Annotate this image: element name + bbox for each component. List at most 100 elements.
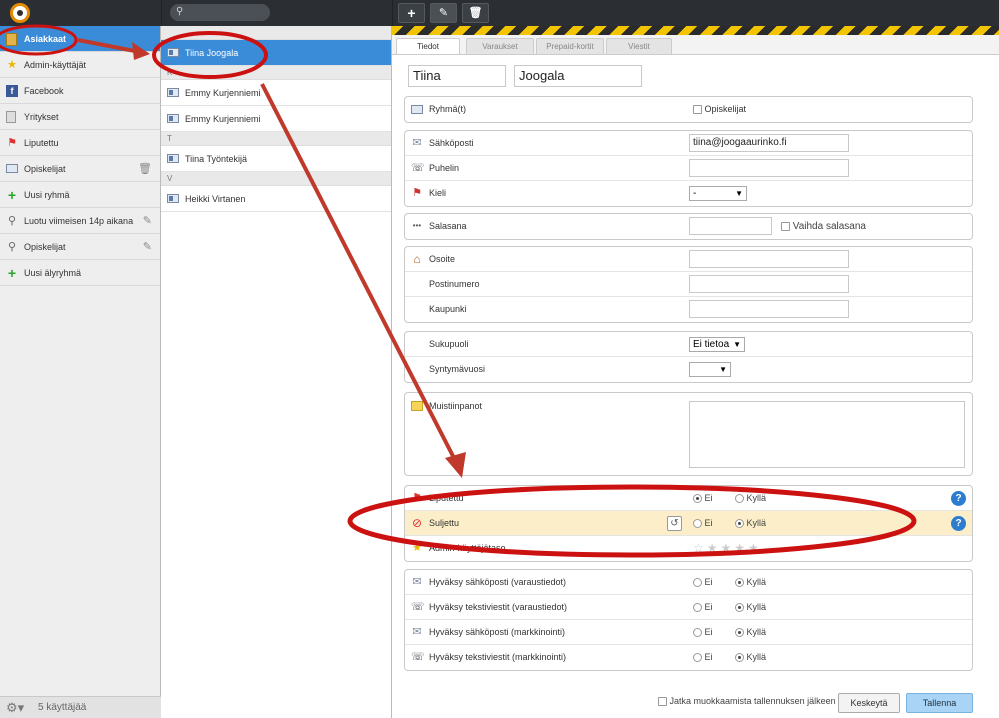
list-item[interactable]: Tiina Joogala — [161, 40, 391, 66]
language-select-value: - — [693, 188, 697, 199]
list-item-name: Tiina Työntekijä — [185, 154, 248, 164]
help-icon[interactable]: ? — [951, 516, 966, 531]
sidebar-item-new-group[interactable]: + Uusi ryhmä — [0, 182, 160, 208]
groups-label: Ryhmä(t) — [429, 104, 467, 114]
birthyear-select[interactable]: ▼ — [689, 362, 731, 377]
radio-button[interactable] — [693, 519, 702, 529]
pencil-icon[interactable]: ✎ — [143, 234, 152, 260]
flagged-label: Liputettu — [429, 493, 464, 503]
closed-no[interactable]: Ei — [693, 511, 713, 536]
sidebar-item-new-smart-group[interactable]: + Uusi älyryhmä — [0, 260, 160, 286]
sidebar-item-flagged[interactable]: ⚑ Liputettu — [0, 130, 160, 156]
list-item-name: Emmy Kurjenniemi — [185, 114, 261, 124]
first-name-input[interactable]: Tiina — [408, 65, 506, 87]
phone-field[interactable] — [689, 159, 849, 177]
continue-editing-checkbox[interactable] — [658, 697, 667, 707]
chevron-down-icon: ▼ — [733, 340, 741, 349]
consent-no[interactable]: Ei — [693, 645, 713, 670]
sidebar-item-facebook[interactable]: f Facebook — [0, 78, 160, 104]
radio-button[interactable] — [735, 603, 744, 613]
radio-button[interactable] — [693, 653, 702, 663]
sidebar-item-students-smart[interactable]: ⚲ Opiskelijat ✎ — [0, 234, 160, 260]
address-row: ⌂ Osoite — [405, 247, 972, 272]
gender-select[interactable]: Ei tietoa ▼ — [689, 337, 745, 352]
tab-prepaid-cards[interactable]: Prepaid-kortit — [536, 38, 604, 54]
contact-card-icon — [167, 194, 179, 203]
consent-no[interactable]: Ei — [693, 620, 713, 645]
detail-panel: Tiedot Varaukset Prepaid-kortit Viestit … — [392, 35, 999, 718]
undo-icon[interactable]: ↺ — [667, 516, 682, 531]
app-logo-icon[interactable] — [10, 3, 30, 23]
password-field[interactable] — [689, 217, 772, 235]
password-icon: ••• — [412, 221, 422, 230]
sidebar-item-admin-users[interactable]: ★ Admin-käyttäjät — [0, 52, 160, 78]
pencil-icon[interactable]: ✎ — [143, 208, 152, 234]
cancel-button[interactable]: Keskeytä — [838, 693, 900, 713]
tab-messages[interactable]: Viestit — [606, 38, 672, 54]
birthyear-row: Syntymävuosi ▼ — [405, 357, 972, 382]
plus-icon: + — [7, 265, 17, 281]
sidebar-item-students[interactable]: Opiskelijat 🗑 — [0, 156, 160, 182]
consent-yes[interactable]: Kyllä — [735, 595, 766, 620]
students-checkbox-wrap[interactable]: Opiskelijat — [693, 97, 746, 122]
city-field[interactable] — [689, 300, 849, 318]
radio-button[interactable] — [735, 628, 744, 638]
postal-label: Postinumero — [429, 279, 480, 289]
gear-icon[interactable]: ⚙▾ — [6, 700, 24, 716]
flagged-no[interactable]: Ei — [693, 486, 713, 511]
tab-details[interactable]: Tiedot — [396, 38, 460, 55]
consent-no[interactable]: Ei — [693, 595, 713, 620]
sidebar-item-created-recently[interactable]: ⚲ Luotu viimeisen 14p aikana ✎ — [0, 208, 160, 234]
trash-icon[interactable]: 🗑 — [138, 156, 152, 182]
last-name-input[interactable]: Joogala — [514, 65, 642, 87]
tab-bookings[interactable]: Varaukset — [466, 38, 534, 54]
language-select[interactable]: - ▼ — [689, 186, 747, 201]
sidebar-item-asiakkaat[interactable]: Asiakkaat — [0, 26, 160, 52]
edit-button[interactable]: ✎ — [430, 3, 457, 23]
save-button[interactable]: Tallenna — [906, 693, 973, 713]
sidebar-item-companies[interactable]: Yritykset — [0, 104, 160, 130]
sidebar-item-label: Admin-käyttäjät — [24, 60, 87, 70]
radio-label: Ei — [704, 518, 713, 528]
radio-button[interactable] — [735, 519, 744, 529]
students-checkbox[interactable] — [693, 105, 702, 115]
postal-field[interactable] — [689, 275, 849, 293]
radio-button[interactable] — [693, 578, 702, 588]
envelope-icon: ✉ — [412, 137, 422, 149]
delete-button[interactable]: 🗑 — [462, 3, 489, 23]
list-item[interactable]: Emmy Kurjenniemi — [161, 106, 391, 132]
change-password-wrap[interactable]: Vaihda salasana — [781, 214, 866, 239]
customer-list: Tiina Joogala K Emmy Kurjenniemi Emmy Ku… — [161, 26, 392, 718]
consent-yes[interactable]: Kyllä — [735, 620, 766, 645]
note-icon — [411, 401, 423, 411]
flagged-yes[interactable]: Kyllä — [735, 486, 766, 511]
radio-button[interactable] — [735, 494, 744, 504]
radio-label: Kyllä — [746, 577, 767, 587]
radio-button[interactable] — [735, 653, 744, 663]
admin-level-stars[interactable]: ☆★★★★ — [693, 541, 762, 555]
closed-yes[interactable]: Kyllä — [735, 511, 766, 536]
change-password-checkbox[interactable] — [781, 221, 790, 231]
email-field[interactable]: tiina@joogaaurinko.fi — [689, 134, 849, 152]
continue-editing-wrap[interactable]: Jatka muokkaamista tallennuksen jälkeen — [658, 696, 836, 707]
list-item[interactable]: Emmy Kurjenniemi — [161, 80, 391, 106]
help-icon[interactable]: ? — [951, 491, 966, 506]
notes-textarea[interactable] — [689, 401, 965, 468]
list-item[interactable]: Heikki Virtanen — [161, 186, 391, 212]
search-input[interactable]: ⚲ — [170, 4, 270, 21]
radio-button[interactable] — [693, 628, 702, 638]
status-box: ⚑ Liputettu Ei Kyllä ? ⊘ Suljettu ↺ Ei K… — [404, 485, 973, 562]
radio-button[interactable] — [693, 494, 702, 504]
address-field[interactable] — [689, 250, 849, 268]
consent-yes[interactable]: Kyllä — [735, 570, 766, 595]
consent-yes[interactable]: Kyllä — [735, 645, 766, 670]
radio-button[interactable] — [735, 578, 744, 588]
radio-label: Ei — [704, 602, 713, 612]
contact-card-icon — [167, 48, 179, 57]
consent-no[interactable]: Ei — [693, 570, 713, 595]
prohibited-icon: ⊘ — [411, 516, 423, 530]
radio-button[interactable] — [693, 603, 702, 613]
user-count: 5 käyttäjää — [38, 702, 87, 713]
list-item[interactable]: Tiina Työntekijä — [161, 146, 391, 172]
add-button[interactable]: + — [398, 3, 425, 23]
